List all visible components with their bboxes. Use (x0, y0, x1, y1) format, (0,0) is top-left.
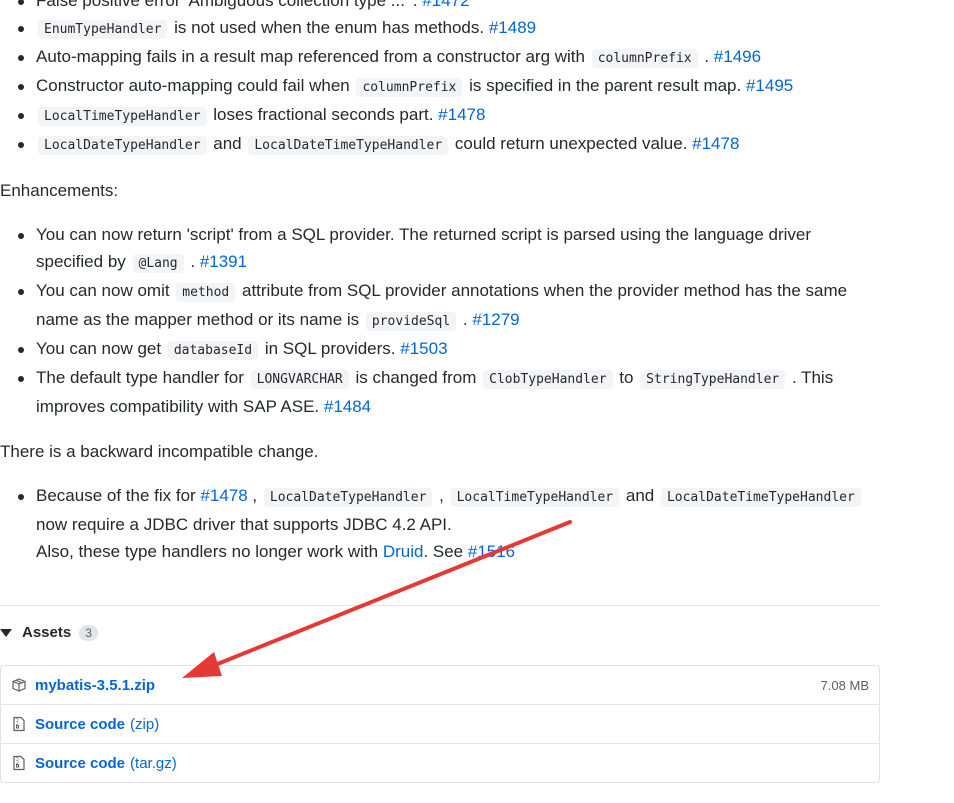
list-item: Constructor auto-mapping could fail when… (18, 72, 880, 101)
divider (0, 605, 880, 606)
inline-code: columnPrefix (591, 49, 698, 68)
inline-code: LocalDateTimeTypeHandler (660, 488, 861, 507)
enhancement-list: You can now return 'script' from a SQL p… (0, 221, 880, 420)
file-zip-icon (13, 716, 25, 732)
list-item: LocalTimeTypeHandler loses fractional se… (18, 101, 880, 130)
text: could return unexpected value. (450, 134, 693, 153)
inline-code: LocalDateTypeHandler (263, 488, 433, 507)
asset-name-link[interactable]: Source code (35, 755, 125, 772)
text: is specified in the parent result map. (464, 76, 746, 95)
text: False positive error 'Ambiguous collecti… (36, 0, 423, 10)
assets-title: Assets (22, 624, 72, 641)
asset-ext: (zip) (130, 715, 160, 733)
text: . See (423, 542, 468, 561)
inline-code: databaseId (167, 341, 259, 360)
release-notes: False positive error 'Ambiguous collecti… (0, 0, 880, 565)
assets-count-badge: 3 (79, 624, 98, 641)
enhancements-heading: Enhancements: (0, 181, 119, 200)
inline-code: LocalTimeTypeHandler (450, 488, 620, 507)
file-zip-icon (13, 755, 25, 771)
issue-link[interactable]: #1478 (438, 105, 485, 124)
asset-name-link[interactable]: Source code (35, 716, 125, 733)
inline-code: LONGVARCHAR (250, 370, 349, 389)
list-item: You can now get databaseId in SQL provid… (18, 335, 880, 364)
issue-link[interactable]: #1472 (422, 0, 469, 10)
inline-code: StringTypeHandler (640, 370, 786, 389)
text: Constructor auto-mapping could fail when (36, 76, 355, 95)
text: loses fractional seconds part. (208, 105, 439, 124)
text: . (699, 47, 714, 66)
text: now require a JDBC driver that supports … (36, 515, 452, 534)
bug-fix-list: False positive error 'Ambiguous collecti… (0, 0, 880, 159)
list-item: False positive error 'Ambiguous collecti… (18, 0, 880, 14)
issue-link[interactable]: #1478 (692, 134, 739, 153)
text: and (621, 486, 659, 505)
text: . (458, 310, 473, 329)
inline-code: provideSql (365, 312, 457, 331)
asset-name-link[interactable]: mybatis-3.5.1.zip (35, 677, 155, 694)
issue-link[interactable]: Druid (383, 542, 424, 561)
inline-code: columnPrefix (356, 78, 463, 97)
inline-code: @Lang (132, 254, 184, 273)
text: is changed from (350, 368, 482, 387)
inline-code: method (176, 283, 236, 302)
text: You can now get (36, 339, 166, 358)
list-item: You can now omit method attribute from S… (18, 277, 880, 335)
issue-link[interactable]: #1503 (400, 339, 447, 358)
issue-link[interactable]: #1489 (489, 18, 536, 37)
inline-code: LocalDateTimeTypeHandler (248, 136, 449, 155)
asset-row[interactable]: Source code (tar.gz) (1, 743, 879, 782)
issue-link[interactable]: #1478 (200, 486, 247, 505)
text: Because of the fix for (36, 486, 201, 505)
inline-code: LocalTimeTypeHandler (38, 107, 207, 126)
inline-code: EnumTypeHandler (38, 20, 168, 39)
issue-link[interactable]: #1279 (472, 310, 519, 329)
inline-code: LocalDateTypeHandler (38, 136, 207, 155)
issue-link[interactable]: #1391 (200, 252, 247, 271)
asset-row[interactable]: Source code (zip) (1, 704, 879, 743)
text: . (185, 252, 200, 271)
assets-toggle[interactable]: Assets 3 (0, 624, 98, 641)
assets-list: mybatis-3.5.1.zip 7.08 MB Source code (z… (0, 665, 880, 783)
asset-ext: (tar.gz) (130, 754, 177, 772)
text: Also, these type handlers no longer work… (36, 542, 383, 561)
caret-down-icon (0, 628, 12, 637)
asset-size: 7.08 MB (820, 677, 869, 693)
asset-row[interactable]: mybatis-3.5.1.zip 7.08 MB (1, 666, 879, 704)
text: Auto-mapping fails in a result map refer… (36, 47, 590, 66)
list-item: LocalDateTypeHandler and LocalDateTimeTy… (18, 130, 880, 159)
text: , (247, 486, 262, 505)
list-item: Because of the fix for #1478 , LocalDate… (18, 482, 880, 565)
text: to (614, 368, 639, 387)
issue-link[interactable]: #1495 (746, 76, 793, 95)
list-item: Auto-mapping fails in a result map refer… (18, 43, 880, 72)
text: You can now omit (36, 281, 175, 300)
list-item: EnumTypeHandler is not used when the enu… (18, 14, 880, 43)
text: in SQL providers. (260, 339, 401, 358)
text: The default type handler for (36, 368, 249, 387)
text: is not used when the enum has methods. (169, 18, 489, 37)
issue-link[interactable]: #1496 (714, 47, 761, 66)
inline-code: ClobTypeHandler (483, 370, 613, 389)
list-item: You can now return 'script' from a SQL p… (18, 221, 880, 277)
incompat-list: Because of the fix for #1478 , LocalDate… (0, 482, 880, 565)
text: , (434, 486, 449, 505)
package-icon (12, 678, 26, 692)
list-item: The default type handler for LONGVARCHAR… (18, 364, 880, 420)
issue-link[interactable]: #1516 (468, 542, 515, 561)
incompat-heading: There is a backward incompatible change. (0, 442, 319, 461)
text: and (208, 134, 247, 153)
issue-link[interactable]: #1484 (324, 397, 371, 416)
